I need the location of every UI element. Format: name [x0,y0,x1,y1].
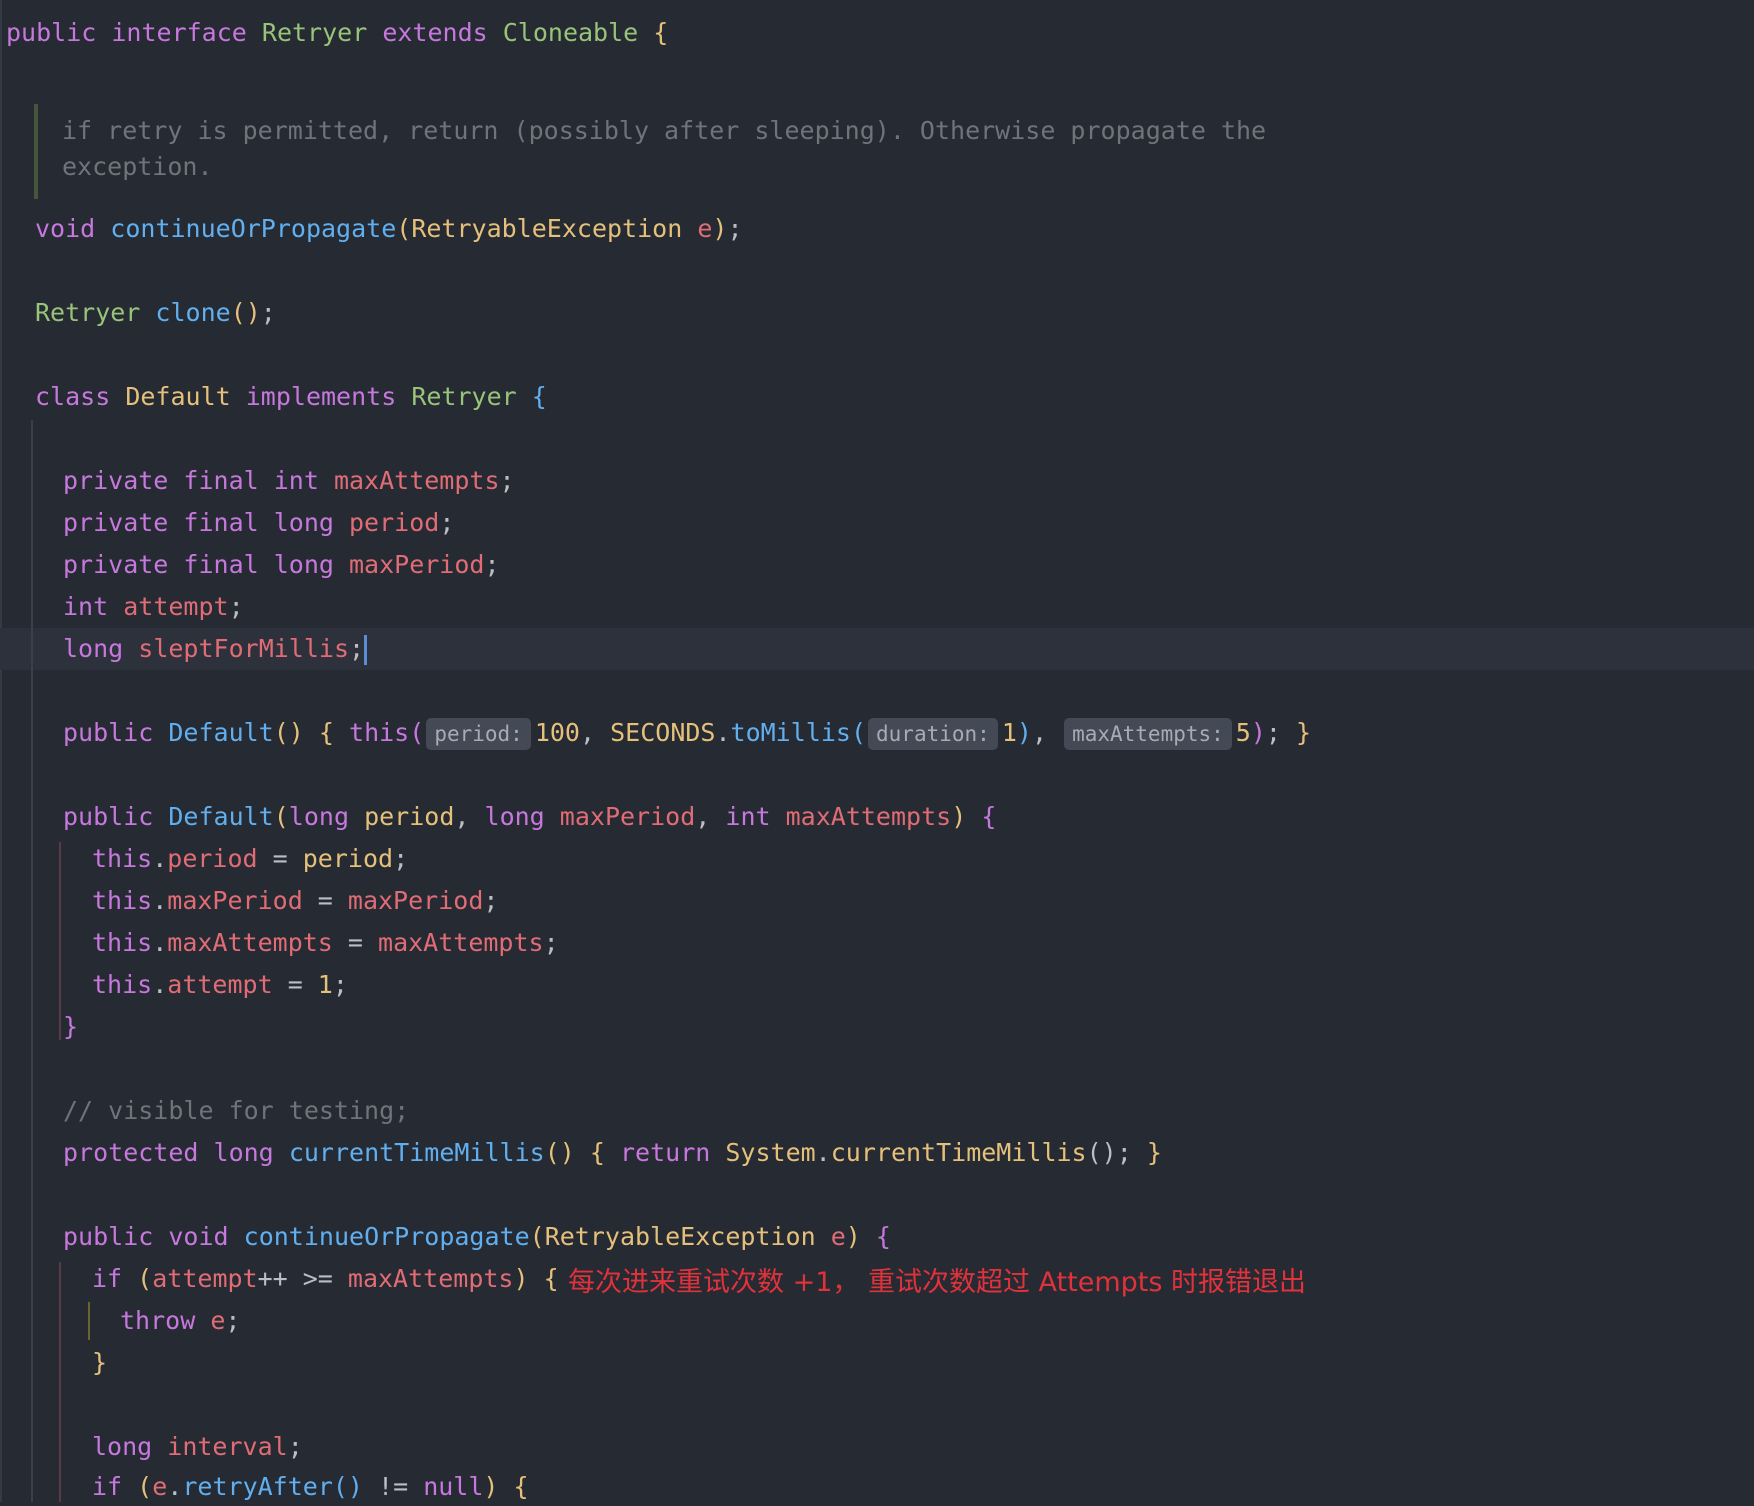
doc-comment-bar [34,104,38,199]
code-line-assign-attempt: this.attempt = 1; [92,970,348,999]
code-line-if-retryafter: if (e.retryAfter() != null) { [92,1472,529,1501]
code-line-throw: throw e; [120,1306,241,1335]
inlay-hint-maxattempts: maxAttempts: [1064,718,1232,750]
code-line-if-attempt: if (attempt++ >= maxAttempts) { [92,1264,559,1293]
code-line-field-period: private final long period; [63,508,455,537]
code-line-field-maxperiod: private final long maxPeriod; [63,550,500,579]
code-line-field-attempt: int attempt; [63,592,244,621]
code-line-clone-decl: Retryer clone(); [35,298,276,327]
code-line-comment: // visible for testing; [63,1096,410,1125]
code-line-default-constructor: public Default() { this(period: 100, SECO… [63,714,1311,752]
code-line-assign-maxattempts: this.maxAttempts = maxAttempts; [92,928,559,957]
code-editor[interactable]: public interface Retryer extends Cloneab… [0,0,1754,1502]
code-line-assign-maxperiod: this.maxPeriod = maxPeriod; [92,886,499,915]
code-line-constructor-close: } [63,1012,79,1041]
code-line-class-decl: class Default implements Retryer { [35,382,547,411]
code-line-interval: long interval; [92,1432,303,1461]
code-line-continue-decl: void continueOrPropagate(RetryableExcept… [35,214,743,243]
code-line-default-constructor-args: public Default(long period, long maxPeri… [63,802,997,831]
inlay-hint-period: period: [426,718,531,750]
text-caret [364,635,368,665]
indent-guide-method [59,1262,61,1502]
indent-guide-constructor [59,842,61,1040]
code-line-continue-impl: public void continueOrPropagate(Retryabl… [63,1222,891,1251]
code-line-if-close: } [92,1348,108,1377]
inlay-hint-duration: duration: [868,718,998,750]
code-line-assign-period: this.period = period; [92,844,409,873]
code-line-field-sleptformillis: long sleptForMillis; [63,630,368,668]
editor-left-edge [0,0,2,1502]
indent-guide-if [88,1302,90,1340]
code-line-field-maxattempts: private final int maxAttempts; [63,466,515,495]
doc-comment: if retry is permitted, return (possibly … [62,116,1267,181]
indent-guide-class [31,420,33,1502]
annotation-text: 每次进来重试次数 +1， 重试次数超过 Attempts 时报错退出 [568,1267,1307,1298]
code-line-interface-decl: public interface Retryer extends Cloneab… [6,18,669,47]
code-line-currenttimemillis: protected long currentTimeMillis() { ret… [63,1138,1162,1167]
